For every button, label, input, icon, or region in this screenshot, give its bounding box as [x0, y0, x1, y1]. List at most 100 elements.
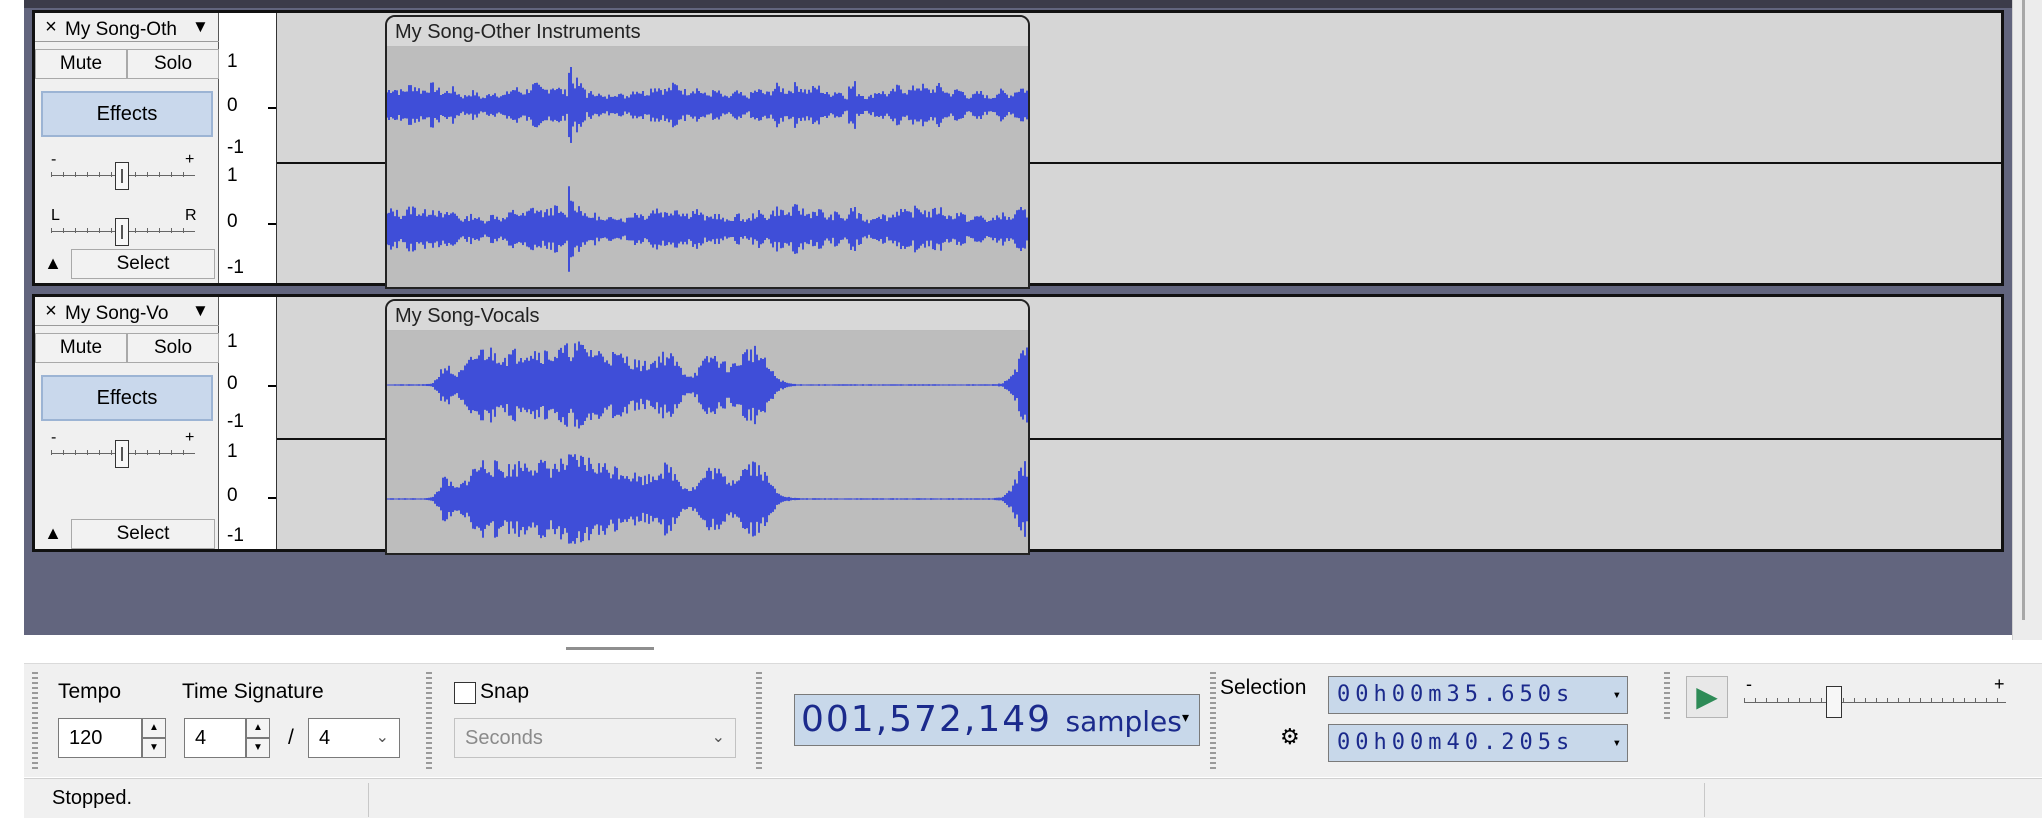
solo-button[interactable]: Solo — [127, 333, 219, 363]
pan-right-label: R — [185, 207, 197, 224]
selection-label: Selection — [1220, 676, 1307, 699]
scale-label: 0 — [227, 211, 238, 232]
collapse-icon[interactable]: ▲ — [39, 519, 67, 547]
gain-slider-thumb[interactable] — [115, 440, 129, 468]
toolbar-grip[interactable] — [1210, 672, 1216, 772]
select-button[interactable]: Select — [71, 249, 215, 279]
audio-clip[interactable]: My Song-Vocals — [385, 299, 1030, 555]
status-bar: Stopped. — [24, 778, 2042, 818]
scale-label: -1 — [227, 137, 244, 158]
close-icon[interactable]: × — [41, 301, 61, 321]
time-signature-slash: / — [288, 726, 294, 749]
snap-checkbox[interactable] — [454, 682, 476, 704]
bottom-toolbars: Tempo Time Signature 120 ▲ ▼ 4 ▲ ▼ / 4 ⌄ S… — [24, 663, 2042, 777]
scale-label: 1 — [227, 331, 238, 352]
stepper-down-icon[interactable]: ▼ — [142, 738, 166, 758]
clip-title[interactable]: My Song-Vocals — [387, 301, 1028, 331]
dropdown-arrow-icon[interactable]: ▾ — [1613, 677, 1621, 713]
gain-slider[interactable]: - + — [51, 151, 211, 190]
resize-splitter[interactable] — [566, 647, 654, 650]
toolbar-grip[interactable] — [1664, 672, 1670, 722]
snap-label: Snap — [480, 680, 530, 703]
stepper-down-icon[interactable]: ▼ — [246, 738, 270, 758]
waveform-channel-right — [387, 186, 1028, 272]
mute-button[interactable]: Mute — [35, 49, 127, 79]
scale-tick — [268, 385, 276, 387]
scale-label: 0 — [227, 373, 238, 394]
gain-max-label: + — [185, 429, 195, 446]
stepper-up-icon[interactable]: ▲ — [142, 718, 166, 738]
time-readout-value: 001,572,149 — [801, 699, 1053, 740]
scale-label: 1 — [227, 165, 238, 186]
clip-title[interactable]: My Song-Other Instruments — [387, 17, 1028, 47]
time-signature-stepper[interactable]: ▲ ▼ — [246, 718, 270, 758]
effects-button[interactable]: Effects — [41, 91, 213, 137]
tempo-input[interactable]: 120 — [58, 718, 142, 758]
waveform-channel-left — [387, 67, 1028, 143]
speed-min-label: - — [1746, 674, 1752, 694]
toolbar-grip[interactable] — [756, 672, 762, 772]
time-unit: samples — [1065, 705, 1182, 738]
time-signature-denominator[interactable]: 4 ⌄ — [308, 718, 400, 758]
time-format-dropdown-icon[interactable]: ▾ — [1182, 693, 1191, 743]
collapse-icon[interactable]: ▲ — [39, 249, 67, 277]
scale-tick — [268, 497, 276, 499]
toolbar-grip[interactable] — [32, 672, 38, 772]
select-button[interactable]: Select — [71, 519, 215, 549]
selection-end-time[interactable]: 00h00m40.205s ▾ — [1328, 724, 1628, 762]
track-vocals[interactable]: × My Song-Vo ▼ Mute Solo Effects - + ▲ S… — [32, 294, 2004, 555]
dropdown-arrow-icon[interactable]: ▾ — [1613, 725, 1621, 761]
play-at-speed-button[interactable]: ▶ — [1686, 676, 1728, 718]
status-separator — [368, 783, 369, 817]
scrollbar-thumb[interactable] — [2022, 0, 2025, 620]
denominator-value: 4 — [319, 727, 331, 749]
selection-start-time[interactable]: 00h00m35.650s ▾ — [1328, 676, 1628, 714]
timeline-edge — [24, 0, 2012, 8]
time-readout[interactable]: 001,572,149 samples ▾ — [794, 694, 1200, 746]
tempo-stepper[interactable]: ▲ ▼ — [142, 718, 166, 758]
selection-start-value: 00h00m35.650s — [1337, 682, 1575, 707]
vertical-scrollbar[interactable] — [2012, 0, 2042, 640]
tempo-label: Tempo — [58, 680, 122, 703]
track-name-row: × My Song-Oth ▼ — [35, 13, 219, 42]
speed-slider-thumb[interactable] — [1826, 686, 1842, 718]
vertical-scale-ruler[interactable]: 1 0 -1 1 0 -1 — [219, 13, 277, 283]
time-signature-numerator[interactable]: 4 — [184, 718, 246, 758]
scale-tick — [268, 107, 276, 109]
gain-min-label: - — [51, 151, 57, 168]
pan-slider-thumb[interactable] — [115, 218, 129, 246]
scale-label: 1 — [227, 51, 238, 72]
gain-slider-thumb[interactable] — [115, 162, 129, 190]
gain-max-label: + — [185, 151, 195, 168]
gain-slider[interactable]: - + — [51, 429, 211, 468]
vertical-scale-ruler[interactable]: 1 0 -1 1 0 -1 — [219, 297, 277, 549]
scale-label: 0 — [227, 485, 238, 506]
status-separator — [1704, 783, 1705, 817]
dropdown-arrow-icon[interactable]: ▼ — [192, 17, 209, 37]
playback-speed-slider[interactable]: - + — [1744, 674, 2010, 718]
effects-button[interactable]: Effects — [41, 375, 213, 421]
snap-unit-value: Seconds — [465, 727, 543, 749]
mute-button[interactable]: Mute — [35, 333, 127, 363]
selection-end-value: 00h00m40.205s — [1337, 730, 1575, 755]
toolbar-grip[interactable] — [426, 672, 432, 772]
track-name-menu[interactable]: My Song-Vo — [65, 303, 195, 325]
track-name-menu[interactable]: My Song-Oth — [65, 19, 195, 41]
close-icon[interactable]: × — [41, 17, 61, 37]
settings-icon[interactable]: ⚙ — [1280, 724, 1300, 750]
audacity-window: × My Song-Oth ▼ Mute Solo Effects - + L … — [0, 0, 2042, 830]
track-other-instruments[interactable]: × My Song-Oth ▼ Mute Solo Effects - + L … — [32, 10, 2004, 289]
track-control-panel: × My Song-Vo ▼ Mute Solo Effects - + ▲ S… — [35, 297, 219, 549]
chevron-down-icon: ⌄ — [711, 729, 725, 746]
pan-slider[interactable]: L R — [51, 207, 211, 246]
stepper-up-icon[interactable]: ▲ — [246, 718, 270, 738]
snap-unit-select[interactable]: Seconds ⌄ — [454, 718, 736, 758]
pan-left-label: L — [51, 207, 60, 224]
solo-button[interactable]: Solo — [127, 49, 219, 79]
audio-clip[interactable]: My Song-Other Instruments — [385, 15, 1030, 289]
scale-label: -1 — [227, 525, 244, 546]
time-signature-label: Time Signature — [182, 680, 324, 703]
chevron-down-icon: ⌄ — [375, 729, 389, 746]
scale-label: 1 — [227, 441, 238, 462]
dropdown-arrow-icon[interactable]: ▼ — [192, 301, 209, 321]
